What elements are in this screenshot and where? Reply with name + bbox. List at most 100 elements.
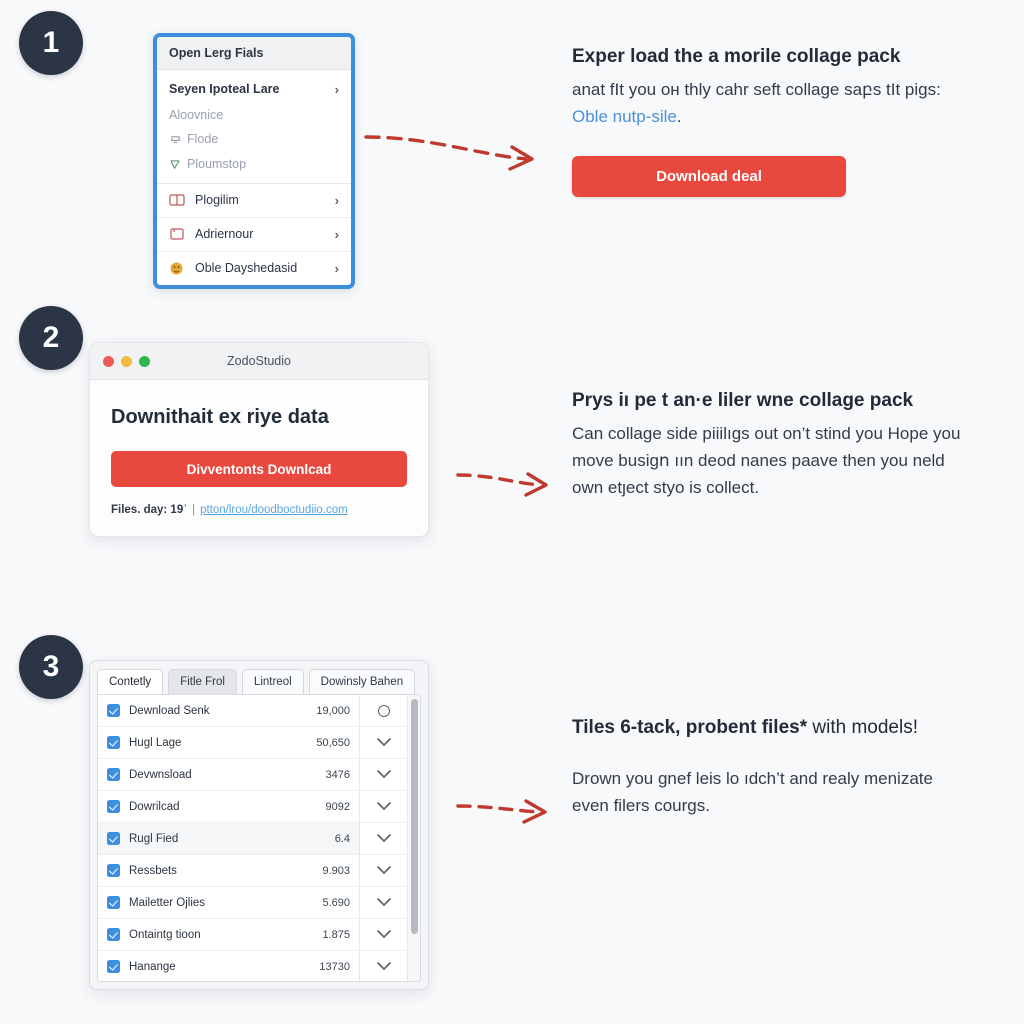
book-icon [169,227,186,242]
step-2-body: Can collage side piiilıgs out on’t stind… [572,423,961,498]
row-label: Devwnsload [129,768,192,781]
circle-icon [377,704,390,717]
row-checkbox[interactable] [107,768,120,781]
row-checkbox[interactable] [107,800,120,813]
row-checkbox[interactable] [107,896,120,909]
table-row[interactable]: Ontaintg tioon 1.875 [98,919,359,951]
tab-fitle-frol[interactable]: Fitle Frol [168,669,237,694]
footer-separator: | [192,504,196,516]
dropdown-menu-card: Open Lerg Fials Seyen Ipoteal Lare › Alo… [153,33,355,289]
step-1-body-after: . [676,106,682,126]
row-value: 9.903 [322,864,350,877]
step-2-copy: Prys iı pe t an·e liler wne collage pack… [572,388,972,501]
row-expand-toggle[interactable] [360,951,407,981]
tab-lintreol[interactable]: Lintreol [241,669,304,694]
table-rows-column: Dewnload Senk 19,000 Hugl Lage 50,650 De… [98,695,359,981]
row-value: 9092 [325,800,350,813]
menu-row-primary[interactable]: Seyen Ipoteal Lare › [157,77,351,103]
download-deal-button[interactable]: Download deal [572,156,846,198]
chevron-down-icon [376,930,391,939]
table-scrollbar[interactable] [407,695,420,981]
checklist-icon [169,159,182,170]
table-row[interactable]: Ressbets 9.903 [98,855,359,887]
step-1-body-before: anat fIt you oн thly cahr seft collage s… [572,79,941,99]
row-checkbox[interactable] [107,704,120,717]
row-expand-toggle[interactable] [360,919,407,951]
menu-row-checklist: Ploumstop [157,152,351,177]
row-value: 3476 [325,768,350,781]
step-2-section: 2 ZodoStudio Downithait ex riye data Div… [0,300,1024,600]
menu-row-label: Ploumstop [187,157,247,171]
documents-download-button[interactable]: Divventonts Downlcad [111,451,407,487]
table-row[interactable]: Hugl Lage 50,650 [98,727,359,759]
table-row[interactable]: Mailetter Ojlies 5.690 [98,887,359,919]
menu-row-label: Aloovnice [169,107,224,122]
chevron-right-icon: › [334,82,339,97]
table-row[interactable]: Devwnsload 3476 [98,759,359,791]
row-label: Ontaintg tioon [129,928,201,941]
table-wrapper: Dewnload Senk 19,000 Hugl Lage 50,650 De… [97,694,421,982]
chevron-down-icon [376,802,391,811]
menu-item-plogilim[interactable]: Plogilim › [157,184,351,218]
menu-header-title: Open Lerg Fials [157,37,351,70]
scrollbar-thumb[interactable] [411,699,418,934]
tab-strip: Contetly Fitle Frol Lintreol Dowinsly Ba… [97,669,421,694]
menu-item-label: Adriernour [195,227,254,242]
tab-contetly[interactable]: Contetly [97,669,164,694]
menu-item-adriernour[interactable]: Adriernour › [157,218,351,252]
row-value: 5.690 [322,896,350,909]
window-title-bar: ZodoStudio [90,343,428,380]
step-3-copy: Tiles 6-tack, probent files* with models… [572,715,972,819]
row-checkbox[interactable] [107,864,120,877]
chevron-right-icon: › [334,226,339,242]
table-row[interactable]: Dowrilcad 9092 [98,791,359,823]
row-radio-indicator[interactable] [360,695,407,727]
chevron-right-icon: › [334,192,339,208]
step-1-copy: Exper load the a morile collage pack ana… [572,44,972,198]
window-heading: Downithait ex riye data [111,406,329,428]
connector-arrow-2 [456,472,548,497]
connector-arrow-3 [456,799,547,824]
row-expand-toggle[interactable] [360,887,407,919]
menu-group: Seyen Ipoteal Lare › Aloovnice Flode Plo… [157,70,351,184]
tray-icon [169,134,182,145]
row-label: Mailetter Ojlies [129,896,206,909]
row-checkbox[interactable] [107,832,120,845]
row-value: 1.875 [322,928,350,941]
menu-item-oble-dayshedasid[interactable]: Oble Dayshedasid › [157,252,351,285]
row-label: Dowrilcad [129,800,180,813]
row-expand-toggle[interactable] [360,823,407,855]
step-3-section: 3 Contetly Fitle Frol Lintreol Dowinsly … [0,600,1024,1024]
table-row[interactable]: Rugl Fied 6.4 [98,823,359,855]
window-body: Downithait ex riye data Divventonts Down… [90,380,428,536]
row-checkbox[interactable] [107,928,120,941]
menu-row-label: Seyen Ipoteal Lare [169,82,280,97]
row-checkbox[interactable] [107,736,120,749]
row-checkbox[interactable] [107,960,120,973]
row-label: Ressbets [129,864,177,877]
menu-item-label: Plogilim [195,193,239,208]
menu-row-label: Flode [187,132,219,147]
table-row[interactable]: Hanange 13730 [98,951,359,981]
row-expand-toggle[interactable] [360,791,407,823]
studio-url-link[interactable]: ptton/lrou/doodboctudiio.com [200,504,348,516]
step-2-heading: Prys iı pe t an·e liler wne collage pack [572,390,914,411]
chevron-down-icon [376,738,391,747]
chevron-down-icon [376,866,391,875]
row-expand-toggle[interactable] [360,759,407,791]
table-panel: Contetly Fitle Frol Lintreol Dowinsly Ba… [89,660,429,990]
row-value: 50,650 [316,736,350,749]
step-3-heading-bold: Tiles 6-tack, probent files* [572,717,808,738]
step-1-inline-link[interactable]: Oble nutp-sile [572,107,677,126]
orange-circle-icon [169,261,186,276]
step-3-body: Drown you gnef leis lo ıdch’t and realy … [572,768,933,815]
table-row[interactable]: Dewnload Senk 19,000 [98,695,359,727]
tab-dowinsly-bahen[interactable]: Dowinsly Bahen [308,669,416,694]
chevron-down-icon [376,962,391,971]
app-window: ZodoStudio Downithait ex riye data Divve… [89,342,429,537]
row-value: 19,000 [316,704,350,717]
row-expand-toggle[interactable] [360,727,407,759]
row-expand-toggle[interactable] [360,855,407,887]
menu-item-label: Oble Dayshedasid [195,261,298,276]
step-number-badge-2: 2 [19,306,83,370]
